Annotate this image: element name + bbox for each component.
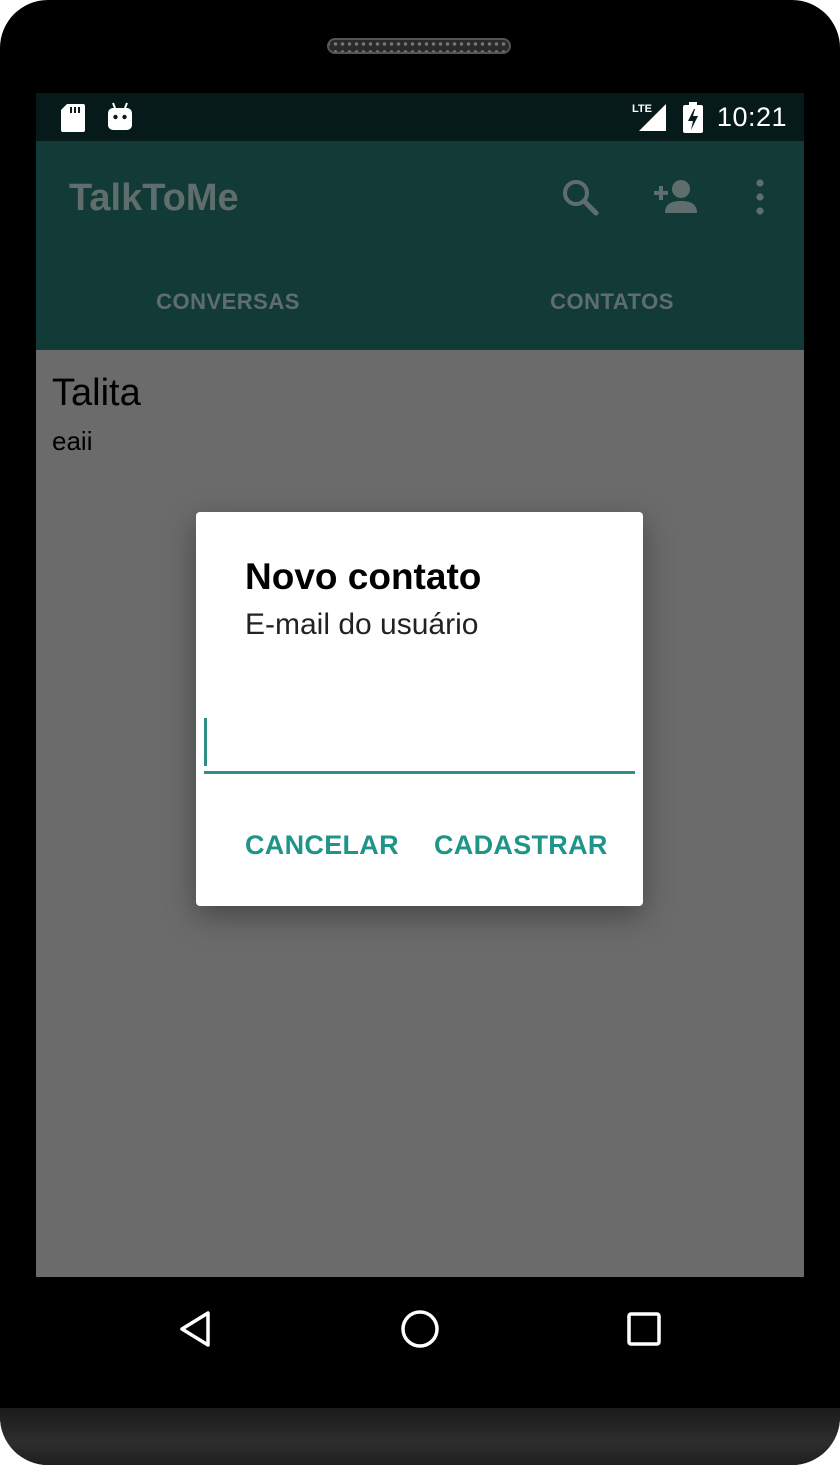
tab-bar: CONVERSAS CONTATOS <box>36 253 804 350</box>
tab-conversas[interactable]: CONVERSAS <box>36 253 420 350</box>
app-bar: TalkToMe <box>36 141 804 253</box>
android-debug-icon <box>107 102 133 137</box>
last-message: eaii <box>52 426 93 456</box>
overflow-menu-icon <box>756 179 764 215</box>
device-chin <box>0 1408 840 1465</box>
speaker-grille <box>327 38 511 54</box>
screen: LTE 10:21 TalkToMe CONVERSAS CONTATOS Ta… <box>36 93 804 1277</box>
back-button[interactable] <box>168 1301 224 1357</box>
new-contact-dialog: Novo contato E-mail do usuário CANCELAR … <box>196 512 643 906</box>
text-cursor <box>204 718 207 766</box>
search-icon <box>563 180 599 216</box>
home-button[interactable] <box>392 1301 448 1357</box>
status-time: 10:21 <box>716 102 787 132</box>
dialog-message: E-mail do usuário <box>245 608 479 641</box>
contact-name: Talita <box>52 372 141 414</box>
app-title: TalkToMe <box>69 177 239 219</box>
recents-icon <box>627 1312 661 1346</box>
navigation-bar <box>0 1277 840 1377</box>
recents-button[interactable] <box>616 1301 672 1357</box>
battery-charging-icon <box>683 102 703 138</box>
lte-signal-icon: LTE <box>632 102 668 137</box>
overflow-menu-button[interactable] <box>734 171 786 223</box>
cancel-button[interactable]: CANCELAR <box>245 830 399 861</box>
device-frame: LTE 10:21 TalkToMe CONVERSAS CONTATOS Ta… <box>0 0 840 1465</box>
tab-contatos[interactable]: CONTATOS <box>420 253 804 350</box>
add-contact-button[interactable] <box>650 171 702 223</box>
add-contact-icon <box>654 180 697 213</box>
svg-text:LTE: LTE <box>632 103 652 115</box>
dialog-title: Novo contato <box>245 556 482 597</box>
status-bar: LTE 10:21 <box>36 93 804 141</box>
list-item[interactable]: Talita eaii <box>36 350 804 480</box>
register-button[interactable]: CADASTRAR <box>434 830 608 861</box>
back-icon <box>180 1311 210 1347</box>
email-field[interactable] <box>204 718 635 774</box>
home-icon <box>401 1310 439 1348</box>
sd-card-icon <box>61 104 85 137</box>
search-button[interactable] <box>554 171 606 223</box>
